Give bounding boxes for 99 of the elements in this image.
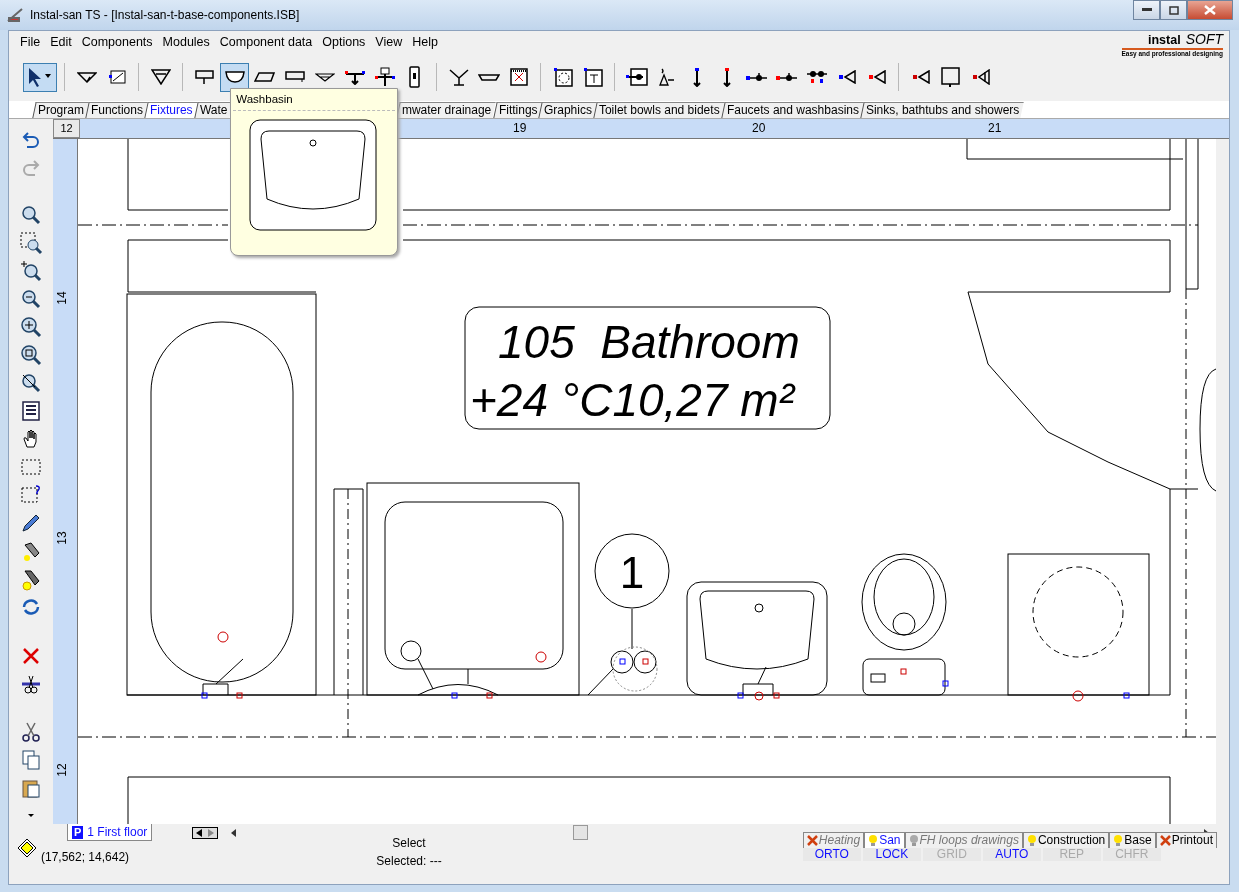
menu-item[interactable]: Modules — [157, 32, 215, 52]
selection-text: Selected: --- — [376, 853, 442, 870]
scrollbar-thumb[interactable] — [573, 825, 589, 840]
scroll-left-icon[interactable] — [230, 828, 239, 839]
square-icon — [941, 66, 960, 88]
window-title: Instal-san TS - [Instal-san-t-base-components.ISB] — [30, 7, 300, 24]
minimize-icon — [1141, 8, 1152, 12]
layer-tab[interactable]: Construction — [1022, 832, 1110, 848]
pointer-icon — [28, 66, 52, 88]
pipe-icon — [692, 67, 701, 87]
layer-tab[interactable]: FH loops drawings — [904, 832, 1023, 848]
calculator-icon[interactable] — [19, 399, 43, 424]
tool-button[interactable] — [220, 62, 249, 92]
drawing-canvas[interactable]: 105 Bathroom +24 °C10,27 m² 1 — [78, 138, 1216, 824]
box-icon — [552, 67, 573, 87]
tab[interactable]: Sinks, bathtubs and showers — [860, 102, 1025, 118]
tool-button[interactable] — [23, 62, 57, 92]
fountain-icon — [658, 68, 675, 86]
mode-text: Select — [392, 835, 426, 852]
coordinates-text: (17,562; 14,642) — [41, 849, 130, 866]
funnel-icon — [314, 72, 335, 82]
tab[interactable]: Fittings — [493, 102, 543, 118]
tab[interactable]: Faucets and washbasins — [721, 102, 864, 118]
device-icon — [409, 66, 420, 88]
ruler-label: 14 — [53, 290, 70, 305]
close-button[interactable] — [1187, 0, 1233, 20]
zoom-all-icon[interactable] — [19, 315, 43, 340]
menu-item[interactable]: View — [370, 32, 408, 52]
tray-icon — [254, 72, 275, 82]
panel-icon — [107, 70, 126, 84]
washbasin-icon — [224, 71, 245, 83]
cross-icon — [806, 835, 818, 846]
tab[interactable]: mwater drainage — [396, 102, 497, 118]
menu-item[interactable]: Help — [407, 32, 443, 52]
tab[interactable]: Toilet bowls and bidets — [593, 102, 725, 118]
bulb-icon — [908, 834, 919, 847]
cone-icon — [837, 70, 856, 84]
ruler-label: 21 — [988, 120, 1002, 137]
zoom-in-icon[interactable] — [19, 259, 43, 284]
tab[interactable]: Fixtures — [144, 102, 198, 118]
room-info-text: +24 °C10,27 m² — [470, 373, 794, 426]
valve-icon — [745, 72, 768, 82]
valve-icon — [805, 70, 828, 84]
floor-label: 1 First floor — [87, 824, 148, 841]
mode-toggle[interactable]: ORTO — [802, 848, 861, 861]
menu-item[interactable]: Edit — [45, 32, 77, 52]
ruler-label: 12 — [53, 762, 70, 777]
app-icon — [6, 7, 24, 23]
mode-toggle[interactable]: LOCK — [862, 848, 921, 861]
restore-icon — [1168, 5, 1179, 15]
scissors-icon[interactable] — [19, 720, 43, 744]
mode-toggle[interactable]: AUTO — [982, 848, 1041, 861]
tooltip-title: Washbasin — [233, 89, 396, 112]
ruler-corner[interactable]: 12 — [53, 119, 80, 138]
close-icon — [1204, 5, 1216, 15]
tab[interactable]: Program — [32, 102, 89, 118]
menu-item[interactable]: Component data — [214, 32, 318, 52]
box-icon — [582, 67, 603, 87]
logo: instal SOFT — [1147, 31, 1223, 48]
layer-tab[interactable]: Base — [1109, 832, 1156, 848]
layer-tab[interactable]: San — [864, 832, 905, 848]
outlet-icon — [373, 67, 396, 87]
pipe-icon — [722, 67, 731, 87]
fixture-icon — [195, 69, 214, 85]
zoom-window-icon[interactable] — [19, 231, 43, 256]
funnel-icon — [76, 71, 97, 83]
drain-icon — [448, 68, 469, 86]
bulb-icon — [868, 834, 879, 847]
layer-tab[interactable]: Heating — [802, 832, 865, 848]
ruler-label: 13 — [53, 530, 70, 545]
cone-icon — [971, 69, 990, 85]
cross-icon — [1159, 835, 1171, 846]
bulb-icon — [1026, 834, 1037, 847]
room-name-text: 105 Bathroom — [498, 315, 800, 368]
menu-item[interactable]: File — [15, 32, 46, 52]
minimize-button[interactable] — [1133, 0, 1160, 20]
menu-item[interactable]: Components — [76, 32, 158, 52]
ruler-label: 20 — [752, 120, 766, 137]
restore-button[interactable] — [1160, 0, 1187, 20]
menu-item[interactable]: Options — [317, 32, 371, 52]
page-arrows-icon[interactable] — [192, 827, 219, 840]
zoom-icon[interactable] — [19, 343, 43, 368]
marker-label: 1 — [619, 547, 645, 597]
floor-badge: P — [72, 825, 84, 839]
tab[interactable]: Functions — [85, 102, 148, 118]
funnel-icon — [150, 69, 171, 85]
layer-tab[interactable]: Printout — [1155, 832, 1217, 848]
cone-icon — [867, 70, 886, 84]
diamond-icon — [17, 838, 37, 858]
box-icon — [509, 68, 528, 86]
cone-icon — [911, 70, 930, 84]
outlet-icon — [343, 69, 366, 85]
tab[interactable]: Graphics — [538, 102, 598, 118]
bulb-icon — [1113, 834, 1124, 847]
box-icon — [625, 68, 648, 86]
tray-icon — [477, 73, 500, 81]
valve-icon — [775, 72, 798, 82]
tray-icon — [284, 71, 305, 83]
ruler-label: 19 — [513, 120, 527, 137]
